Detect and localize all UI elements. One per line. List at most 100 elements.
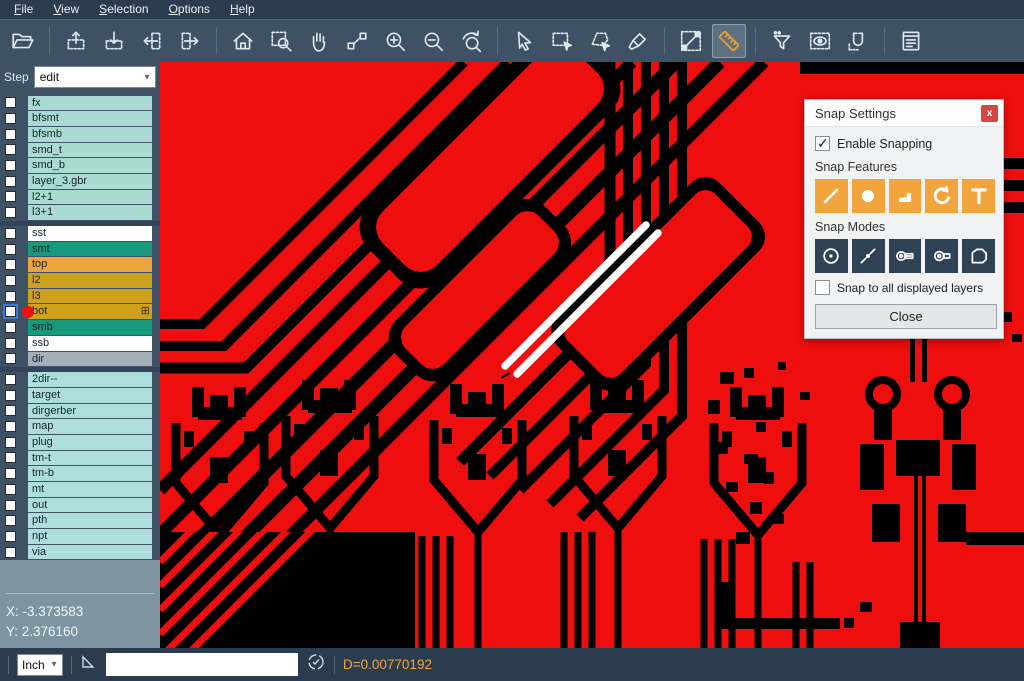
view-options-icon[interactable] bbox=[803, 24, 837, 58]
layer-label-smt[interactable]: smt bbox=[28, 242, 152, 257]
open-folder-icon[interactable] bbox=[6, 24, 40, 58]
measure-input[interactable] bbox=[106, 653, 298, 676]
menu-file[interactable]: File bbox=[4, 0, 43, 19]
menu-help[interactable]: Help bbox=[220, 0, 265, 19]
close-icon[interactable]: x bbox=[981, 105, 998, 122]
zoom-area-icon[interactable] bbox=[340, 24, 374, 58]
layer-label-bot[interactable]: bot⊞ bbox=[28, 304, 152, 319]
ruler-icon[interactable] bbox=[712, 24, 746, 58]
snap-line-icon[interactable] bbox=[815, 179, 848, 213]
layer-checkbox-mt[interactable] bbox=[5, 484, 16, 495]
layer-checkbox-2dir--[interactable] bbox=[5, 374, 16, 385]
layer-checkbox-via[interactable] bbox=[5, 547, 16, 558]
menu-view[interactable]: View bbox=[43, 0, 89, 19]
layer-label-tm-t[interactable]: tm-t bbox=[28, 451, 152, 466]
layer-checkbox-bfsmt[interactable] bbox=[5, 113, 16, 124]
grid-icon[interactable]: ⊞ bbox=[141, 304, 152, 319]
layer-label-npt[interactable]: npt bbox=[28, 529, 152, 544]
pan-hand-icon[interactable] bbox=[302, 24, 336, 58]
layer-checkbox-l2[interactable] bbox=[5, 275, 16, 286]
layer-label-l3+1[interactable]: l3+1 bbox=[28, 205, 152, 220]
layer-label-tm-b[interactable]: tm-b bbox=[28, 466, 152, 481]
layer-checkbox-smd_t[interactable] bbox=[5, 144, 16, 155]
layer-checkbox-pth[interactable] bbox=[5, 515, 16, 526]
enable-snapping-checkbox[interactable] bbox=[815, 136, 830, 151]
select-rectangle-icon[interactable] bbox=[545, 24, 579, 58]
layer-label-smb[interactable]: smb bbox=[28, 320, 152, 335]
layer-label-layer_3.gbr[interactable]: layer_3.gbr bbox=[28, 174, 152, 189]
layer-label-target[interactable]: target bbox=[28, 388, 152, 403]
layer-checkbox-smb[interactable] bbox=[5, 322, 16, 333]
layer-label-fx[interactable]: fx bbox=[28, 96, 152, 111]
snap-contour-icon[interactable] bbox=[962, 239, 995, 273]
layer-label-dir[interactable]: dir bbox=[28, 352, 152, 367]
import-up-icon[interactable] bbox=[59, 24, 93, 58]
layer-label-via[interactable]: via bbox=[28, 545, 152, 560]
zoom-reset-icon[interactable] bbox=[454, 24, 488, 58]
layer-label-2dir--[interactable]: 2dir-- bbox=[28, 372, 152, 387]
zoom-out-icon[interactable] bbox=[416, 24, 450, 58]
snap-key-short-icon[interactable] bbox=[925, 239, 958, 273]
layer-label-mt[interactable]: mt bbox=[28, 482, 152, 497]
layer-checkbox-smt[interactable] bbox=[5, 244, 16, 255]
layer-checkbox-top[interactable] bbox=[5, 259, 16, 270]
layer-label-dirgerber[interactable]: dirgerber bbox=[28, 404, 152, 419]
menu-options[interactable]: Options bbox=[159, 0, 220, 19]
layer-checkbox-sst[interactable] bbox=[5, 228, 16, 239]
snap-key-long-icon[interactable] bbox=[889, 239, 922, 273]
select-polygon-icon[interactable] bbox=[583, 24, 617, 58]
snap-closest-point-icon[interactable] bbox=[852, 239, 885, 273]
layer-checkbox-map[interactable] bbox=[5, 421, 16, 432]
layer-label-ssb[interactable]: ssb bbox=[28, 336, 152, 351]
sync-check-icon[interactable] bbox=[306, 652, 326, 677]
import-left-icon[interactable] bbox=[135, 24, 169, 58]
layer-checkbox-tm-b[interactable] bbox=[5, 468, 16, 479]
layer-checkbox-dir[interactable] bbox=[5, 353, 16, 364]
measure-line-icon[interactable] bbox=[674, 24, 708, 58]
clean-brush-icon[interactable] bbox=[621, 24, 655, 58]
layer-label-smd_t[interactable]: smd_t bbox=[28, 143, 152, 158]
layers-panel-icon[interactable] bbox=[894, 24, 928, 58]
filter-icon[interactable] bbox=[765, 24, 799, 58]
snap-all-layers-checkbox[interactable] bbox=[815, 280, 830, 295]
layer-checkbox-fx[interactable] bbox=[5, 97, 16, 108]
unit-select[interactable]: Inch ▾ bbox=[17, 654, 63, 676]
layer-checkbox-bot[interactable] bbox=[5, 306, 16, 317]
layer-checkbox-target[interactable] bbox=[5, 390, 16, 401]
layer-checkbox-l3[interactable] bbox=[5, 291, 16, 302]
import-down-icon[interactable] bbox=[97, 24, 131, 58]
layer-label-sst[interactable]: sst bbox=[28, 226, 152, 241]
layer-checkbox-l3+1[interactable] bbox=[5, 207, 16, 218]
layer-checkbox-plug[interactable] bbox=[5, 437, 16, 448]
snap-arc-icon[interactable] bbox=[925, 179, 958, 213]
snap-center-icon[interactable] bbox=[815, 239, 848, 273]
layer-label-pth[interactable]: pth bbox=[28, 513, 152, 528]
layer-checkbox-out[interactable] bbox=[5, 500, 16, 511]
layer-checkbox-bfsmb[interactable] bbox=[5, 129, 16, 140]
layer-checkbox-tm-t[interactable] bbox=[5, 452, 16, 463]
home-view-icon[interactable] bbox=[226, 24, 260, 58]
snap-pad-icon[interactable] bbox=[852, 179, 885, 213]
snap-text-icon[interactable] bbox=[962, 179, 995, 213]
layer-label-plug[interactable]: plug bbox=[28, 435, 152, 450]
import-right-icon[interactable] bbox=[173, 24, 207, 58]
layer-checkbox-layer_3.gbr[interactable] bbox=[5, 176, 16, 187]
layer-label-smd_b[interactable]: smd_b bbox=[28, 158, 152, 173]
layer-label-bfsmb[interactable]: bfsmb bbox=[28, 127, 152, 142]
close-button[interactable]: Close bbox=[815, 304, 997, 329]
layer-label-top[interactable]: top bbox=[28, 257, 152, 272]
layer-checkbox-smd_b[interactable] bbox=[5, 160, 16, 171]
zoom-in-icon[interactable] bbox=[378, 24, 412, 58]
layer-label-map[interactable]: map bbox=[28, 419, 152, 434]
layer-checkbox-dirgerber[interactable] bbox=[5, 405, 16, 416]
snap-surface-icon[interactable] bbox=[889, 179, 922, 213]
layer-label-l2[interactable]: l2 bbox=[28, 273, 152, 288]
snap-magnet-icon[interactable] bbox=[841, 24, 875, 58]
layer-label-l3[interactable]: l3 bbox=[28, 289, 152, 304]
layer-label-out[interactable]: out bbox=[28, 498, 152, 513]
select-pointer-icon[interactable] bbox=[507, 24, 541, 58]
layer-checkbox-npt[interactable] bbox=[5, 531, 16, 542]
dialog-titlebar[interactable]: Snap Settings x bbox=[805, 100, 1003, 127]
layer-label-bfsmt[interactable]: bfsmt bbox=[28, 111, 152, 126]
layer-label-l2+1[interactable]: l2+1 bbox=[28, 190, 152, 205]
